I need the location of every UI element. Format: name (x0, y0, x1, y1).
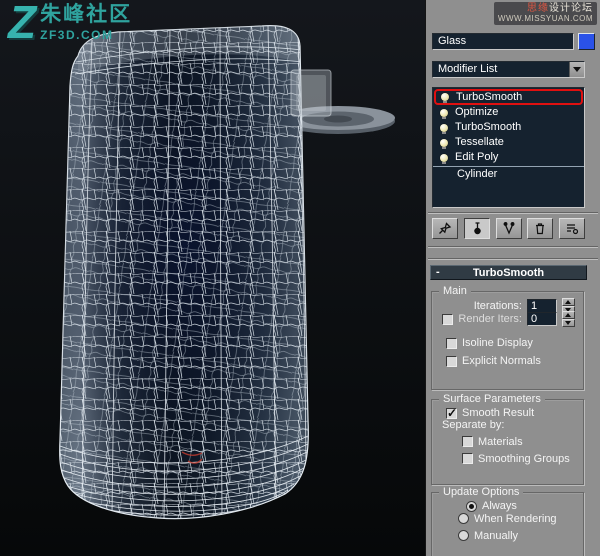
object-name-row: Glass (432, 33, 595, 50)
missyuan-url: WWW.MISSYUAN.COM (497, 14, 593, 23)
lightbulb-icon[interactable] (440, 108, 448, 119)
stack-item-optimize[interactable]: Optimize (433, 105, 584, 120)
smooth-result-checkbox[interactable] (446, 406, 457, 420)
modifier-name: Tessellate (455, 136, 504, 148)
when-rendering-radio[interactable] (458, 513, 469, 524)
make-unique-button[interactable] (495, 218, 522, 239)
smoothing-groups-row: Smoothing Groups (432, 450, 583, 467)
manually-radio[interactable] (458, 530, 469, 541)
stack-toolbar (430, 216, 587, 241)
missyuan-watermark: 思缘设计论坛 WWW.MISSYUAN.COM (493, 2, 597, 25)
always-label: Always (482, 500, 517, 512)
when-rendering-row: When Rendering (432, 510, 583, 527)
update-options-label: Update Options (439, 486, 524, 498)
render-iters-label: Render Iters: (458, 313, 522, 325)
always-radio[interactable] (466, 500, 477, 512)
render-iters-input[interactable]: 0 (527, 312, 557, 326)
stack-item-edit-poly[interactable]: Edit Poly (433, 150, 584, 165)
manually-label: Manually (474, 529, 519, 542)
show-end-result-button[interactable] (463, 218, 490, 239)
lightbulb-icon[interactable] (440, 138, 448, 149)
separate-by-label: Separate by: (442, 419, 505, 431)
separator (428, 212, 598, 214)
lightbulb-icon[interactable] (440, 153, 448, 164)
pin-stack-button[interactable] (432, 218, 458, 239)
missyuan-title-accent: 思缘 (527, 3, 549, 14)
surface-parameters-group: Surface Parameters Smooth Result Separat… (431, 393, 584, 485)
viewport-canvas (0, 0, 425, 556)
modifier-name: TurboSmooth (456, 90, 523, 103)
smooth-result-label: Smooth Result (462, 407, 535, 419)
explicit-normals-label: Explicit Normals (462, 355, 541, 367)
materials-label: Materials (478, 435, 523, 448)
iterations-input[interactable]: 1 (527, 298, 557, 313)
stack-item-tessellate[interactable]: Tessellate (433, 135, 584, 150)
modifier-name: Edit Poly (455, 151, 499, 163)
object-name-field[interactable]: Glass (432, 33, 574, 50)
viewport[interactable]: Z 朱峰社区 ZF3D.COM (0, 0, 425, 556)
isoline-display-label: Isoline Display (462, 337, 533, 349)
update-options-group: Update Options Always When Rendering Man… (431, 486, 584, 556)
rollout-title: TurboSmooth (472, 266, 545, 279)
transparent-box-object[interactable] (290, 69, 332, 117)
remove-modifier-button[interactable] (527, 218, 554, 239)
collapse-icon: - (436, 266, 440, 278)
manually-row: Manually (432, 527, 583, 544)
cylinder-object[interactable] (50, 20, 320, 530)
configure-modifier-sets-button[interactable] (559, 218, 585, 239)
surface-parameters-label: Surface Parameters (439, 393, 545, 405)
render-iters-checkbox[interactable] (442, 313, 454, 325)
spinner-up-icon[interactable] (562, 311, 575, 319)
smoothing-groups-label: Smoothing Groups (478, 452, 570, 465)
stack-item-turbosmooth-1[interactable]: TurboSmooth (434, 89, 583, 105)
explicit-normals-checkbox[interactable] (446, 355, 457, 367)
modifier-list-label: Modifier List (438, 63, 498, 75)
lightbulb-icon[interactable] (440, 123, 448, 134)
modifier-name: Optimize (455, 106, 499, 118)
dropdown-arrow-icon[interactable] (569, 62, 584, 77)
spinner-down-icon[interactable] (562, 319, 575, 327)
object-color-swatch[interactable] (578, 33, 595, 50)
stack-item-cylinder[interactable]: Cylinder (433, 166, 584, 181)
turbosmooth-rollout-header[interactable]: - TurboSmooth (430, 265, 587, 280)
main-group-label: Main (439, 285, 471, 297)
spinner-up-icon[interactable] (562, 297, 575, 306)
iterations-label: Iterations: (473, 299, 522, 312)
materials-checkbox[interactable] (462, 436, 473, 447)
missyuan-title: 设计论坛 (549, 3, 593, 14)
base-object-name: Cylinder (457, 167, 498, 180)
3dsmax-screen: Z 朱峰社区 ZF3D.COM 思缘设计论坛 WWW.MISSYUAN.COM … (0, 0, 600, 556)
separator (428, 258, 598, 260)
main-group: Main Iterations: 1 Render Iters: 0 Isoli… (431, 285, 584, 390)
modifier-stack[interactable]: TurboSmooth Optimize TurboSmooth Tessell… (432, 87, 585, 208)
modifier-list-dropdown[interactable]: Modifier List (432, 61, 585, 78)
modifier-name: TurboSmooth (455, 121, 522, 133)
render-iters-row: Render Iters: 0 (432, 310, 583, 328)
isoline-display-checkbox[interactable] (446, 337, 457, 349)
stack-item-turbosmooth-2[interactable]: TurboSmooth (433, 120, 584, 135)
lightbulb-icon[interactable] (441, 93, 449, 103)
separator (428, 246, 598, 248)
when-rendering-label: When Rendering (474, 512, 557, 525)
isoline-row: Isoline Display (432, 334, 583, 352)
command-panel: 思缘设计论坛 WWW.MISSYUAN.COM Glass Modifier L… (425, 0, 600, 556)
materials-row: Materials (432, 433, 583, 450)
cylinder-wireframe (59, 25, 309, 519)
smoothing-groups-checkbox[interactable] (462, 453, 473, 464)
render-iters-spinner[interactable] (562, 311, 575, 327)
explicit-normals-row: Explicit Normals (432, 352, 583, 370)
